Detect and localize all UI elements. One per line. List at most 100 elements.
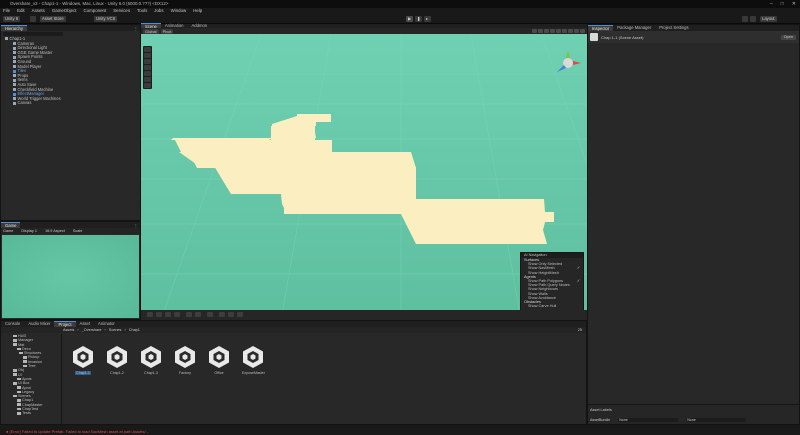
overlay-option[interactable]: Show Avoidance: [521, 296, 583, 300]
overlay-tool-icon[interactable]: [147, 312, 153, 317]
play-icon[interactable]: ▶: [406, 16, 413, 22]
rotate-tool-icon[interactable]: [144, 59, 151, 64]
project-divider: [61, 334, 62, 426]
scene-viewport[interactable]: AI Navigation Surfaces Show Only Selecte…: [141, 34, 587, 320]
cloud-icon[interactable]: [30, 16, 36, 22]
audio-icon[interactable]: [550, 29, 555, 33]
breadcrumb-item[interactable]: Scenes: [109, 328, 122, 332]
pause-icon[interactable]: ❚: [415, 16, 422, 22]
inspector-object-name: Chap 1-1 (Scene Asset): [601, 34, 644, 40]
step-icon[interactable]: ▸: [424, 16, 431, 22]
window-title-bar: Overshare_v2 - Chap1-1 - Windows, Mac, L…: [0, 0, 800, 8]
asset-item[interactable]: Chap1-1: [72, 345, 94, 375]
gameobject-icon: [13, 97, 16, 101]
fx-icon[interactable]: [556, 29, 561, 33]
tab-game[interactable]: Game: [1, 222, 21, 228]
overlay-tool-icon[interactable]: [195, 312, 201, 317]
tab-package-manager[interactable]: Package Manager: [613, 25, 655, 31]
breadcrumb-item[interactable]: _Overshare: [82, 328, 102, 332]
global-dropdown[interactable]: Global: [143, 28, 159, 34]
overlay-tool-icon[interactable]: [156, 312, 162, 317]
gameobject-icon: [13, 92, 16, 96]
kebab-icon[interactable]: ⋮: [134, 223, 140, 228]
scene-panel: Scene Animation Addmon Global Pivot AI N…: [141, 23, 587, 320]
custom-tool-icon[interactable]: [144, 83, 151, 88]
breadcrumb-item[interactable]: Assets: [63, 328, 74, 332]
breadcrumb-item[interactable]: Chap1: [129, 328, 140, 332]
folder-icon: [13, 334, 17, 338]
asset-item[interactable]: Chap1-3: [140, 345, 162, 375]
asset-item[interactable]: Office: [208, 345, 230, 375]
status-text: [Error] Failed to update Prefab. Failed …: [9, 429, 149, 434]
tab-project-settings[interactable]: Project Settings: [655, 25, 692, 31]
hierarchy-item[interactable]: Canvas: [5, 101, 140, 106]
game-scale-slider[interactable]: Scale: [73, 229, 83, 233]
game-view[interactable]: [2, 235, 139, 318]
folder-icon: [17, 377, 21, 381]
asset-label: ExposeMaster: [242, 371, 265, 375]
folder-icon: [13, 373, 17, 376]
pivot-dropdown[interactable]: Pivot: [160, 28, 174, 34]
tab-inspector[interactable]: Inspector: [588, 25, 614, 31]
rect-tool-icon[interactable]: [144, 71, 151, 76]
maximize-icon[interactable]: □: [781, 0, 784, 8]
asset-item[interactable]: ExposeMaster: [242, 345, 265, 375]
asset-labels-title: Asset Labels: [590, 408, 612, 412]
unity-scene-icon: [243, 346, 263, 368]
game-aspect-dropdown[interactable]: 16:9 Aspect: [45, 229, 65, 233]
gizmos-icon[interactable]: [574, 29, 579, 33]
overlay-option[interactable]: Show HeightMesh: [521, 271, 583, 275]
search-icon[interactable]: [742, 16, 748, 22]
kebab-icon[interactable]: ⋮: [134, 26, 140, 31]
2d-toggle-icon[interactable]: [538, 29, 543, 33]
account-button[interactable]: Unity 6: [3, 16, 21, 22]
layers-icon[interactable]: [750, 16, 756, 22]
overlay-tool-icon[interactable]: [165, 312, 171, 317]
vcs-button[interactable]: Unity VCS: [94, 16, 118, 22]
overlay-tool-icon[interactable]: [219, 312, 225, 317]
folder-icon: [13, 381, 17, 385]
search-icon[interactable]: [580, 29, 585, 33]
asset-variant-dropdown[interactable]: None: [686, 418, 747, 422]
unity-scene-icon: [73, 346, 93, 368]
status-bar[interactable]: ● [Error] Failed to update Prefab. Faile…: [0, 428, 800, 435]
game-display-number[interactable]: Display 1: [21, 229, 37, 233]
asset-store-button[interactable]: Asset Store: [40, 16, 66, 22]
unity-scene-icon: [107, 346, 127, 368]
view-tool-icon[interactable]: [144, 47, 151, 52]
visibility-icon[interactable]: [562, 29, 567, 33]
hierarchy-item-label: Canvas: [17, 100, 32, 106]
overlay-option[interactable]: Show Carve Hull: [521, 304, 583, 308]
layout-dropdown[interactable]: Layout: [760, 16, 777, 22]
folder-item[interactable]: Tests: [13, 411, 61, 415]
close-icon[interactable]: ✕: [792, 0, 796, 8]
move-tool-icon[interactable]: [144, 53, 151, 58]
tab-animator[interactable]: Animator: [94, 321, 119, 327]
asset-label: Chap1-2: [110, 371, 124, 375]
open-button[interactable]: Open: [780, 34, 796, 40]
scale-tool-icon[interactable]: [144, 65, 151, 70]
asset-item[interactable]: Chap1-2: [106, 345, 128, 375]
overlay-tool-icon[interactable]: [186, 312, 192, 317]
orientation-gizmo-icon[interactable]: [553, 48, 583, 78]
transform-tool-icon[interactable]: [144, 77, 151, 82]
overlay-tool-icon[interactable]: [174, 312, 180, 317]
tab-project[interactable]: Project: [54, 321, 76, 327]
tab-console[interactable]: Console: [1, 321, 24, 327]
tab-hierarchy[interactable]: Hierarchy: [1, 25, 27, 31]
folder-icon: [17, 407, 21, 411]
tab-audio-mixer[interactable]: Audio Mixer: [24, 321, 54, 327]
minimize-icon[interactable]: –: [770, 0, 773, 8]
asset-bundle-dropdown[interactable]: None: [618, 418, 679, 422]
game-panel: Game ⋮ Game Display 1 16:9 Aspect Scale: [0, 221, 141, 320]
camera-icon[interactable]: [568, 29, 573, 33]
tab-asset[interactable]: Asset: [76, 321, 94, 327]
overlay-tool-icon[interactable]: [237, 312, 243, 317]
overlay-tool-icon[interactable]: [207, 312, 213, 317]
asset-item[interactable]: Factory: [174, 345, 196, 375]
gameobject-icon: [13, 87, 16, 91]
draw-mode-icon[interactable]: [532, 29, 537, 33]
lighting-icon[interactable]: [544, 29, 549, 33]
game-display-dropdown[interactable]: Game: [3, 229, 13, 233]
overlay-tool-icon[interactable]: [228, 312, 234, 317]
